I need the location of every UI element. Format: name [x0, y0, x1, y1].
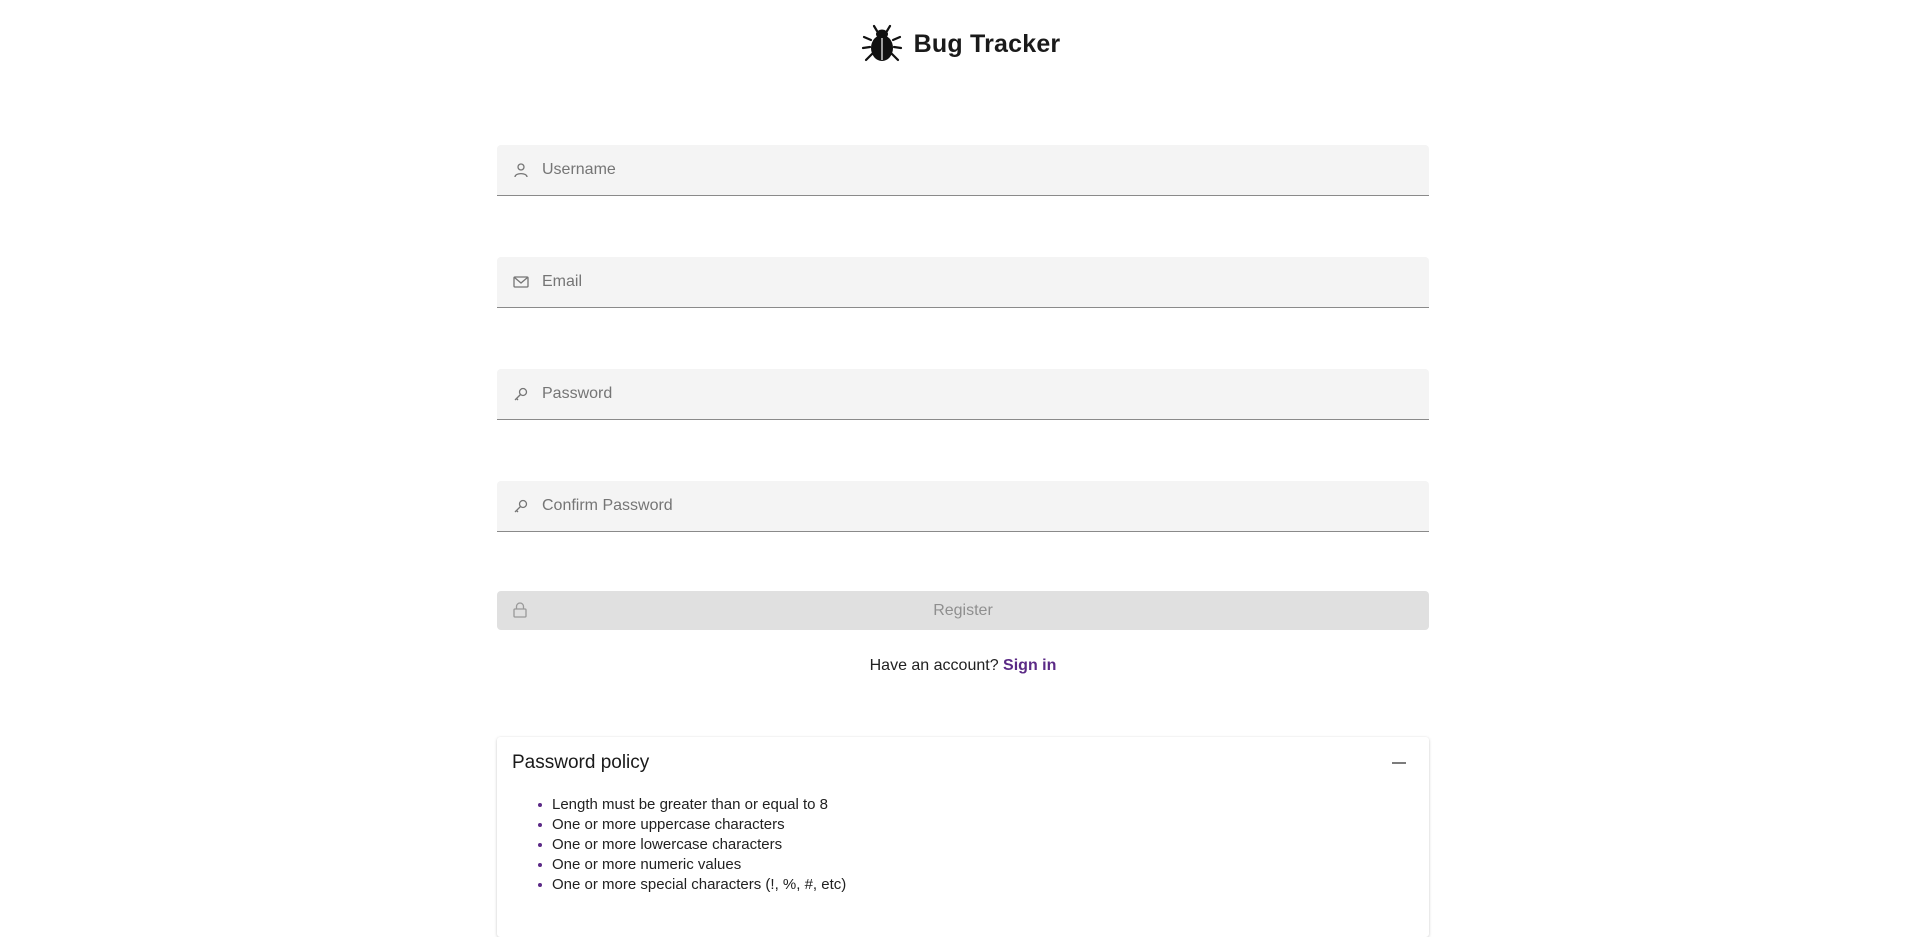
email-field[interactable] — [497, 257, 1429, 308]
key-icon — [512, 385, 530, 403]
sign-in-link[interactable]: Sign in — [1003, 657, 1056, 674]
key-icon — [512, 497, 530, 515]
bug-icon — [860, 22, 904, 66]
register-form: Register Have an account? Sign in — [497, 145, 1429, 675]
envelope-icon — [512, 273, 530, 291]
policy-rule: One or more numeric values — [538, 855, 1429, 875]
app-header: Bug Tracker — [0, 20, 1920, 68]
account-prompt-text: Have an account? — [869, 657, 999, 674]
sign-in-prompt: Have an account? Sign in — [497, 657, 1429, 675]
username-field[interactable] — [497, 145, 1429, 196]
user-icon — [512, 161, 530, 179]
collapse-button[interactable] — [1384, 748, 1414, 778]
register-label: Register — [933, 601, 993, 619]
register-button[interactable]: Register — [497, 591, 1429, 630]
policy-rule: One or more special characters (!, %, #,… — [538, 875, 1429, 895]
email-input[interactable] — [542, 257, 1429, 307]
policy-header[interactable]: Password policy — [497, 737, 1429, 789]
policy-title: Password policy — [512, 752, 650, 773]
password-input[interactable] — [542, 369, 1429, 419]
app-title: Bug Tracker — [913, 29, 1061, 58]
lock-icon — [511, 601, 529, 619]
username-input[interactable] — [542, 145, 1429, 195]
minus-icon — [1392, 762, 1406, 764]
policy-rule: One or more uppercase characters — [538, 815, 1429, 835]
policy-rules-list: Length must be greater than or equal to … — [497, 795, 1429, 895]
policy-rule: One or more lowercase characters — [538, 835, 1429, 855]
brand: Bug Tracker — [860, 22, 1061, 66]
password-policy-panel: Password policy Length must be greater t… — [497, 737, 1429, 937]
confirm-password-field[interactable] — [497, 481, 1429, 532]
policy-rule: Length must be greater than or equal to … — [538, 795, 1429, 815]
password-field[interactable] — [497, 369, 1429, 420]
confirm-password-input[interactable] — [542, 481, 1429, 531]
